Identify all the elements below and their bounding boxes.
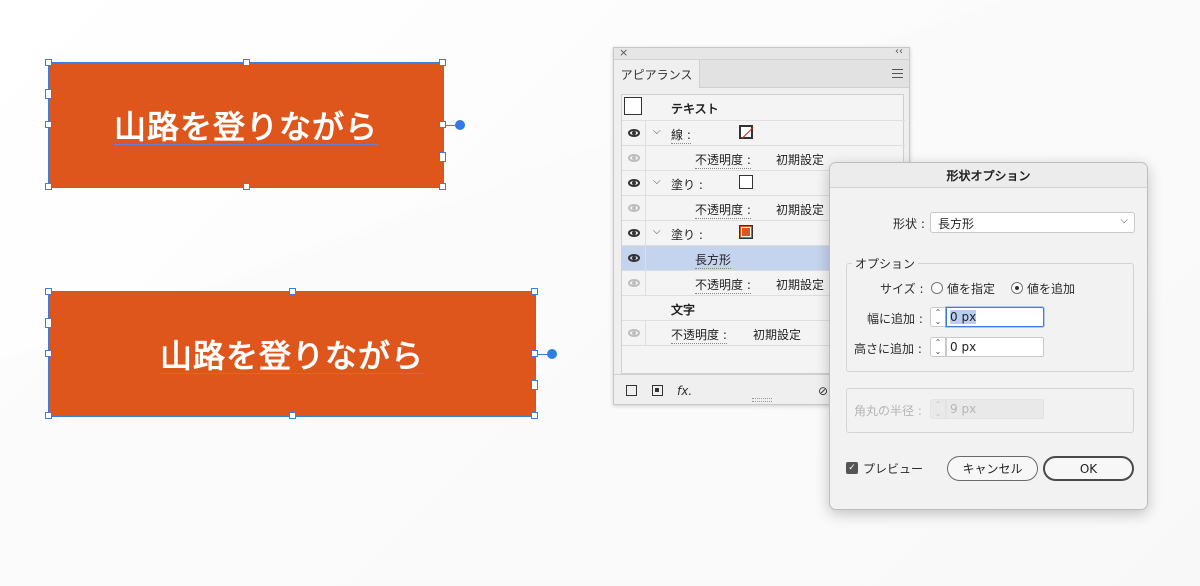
width-input[interactable]: 0 px — [946, 307, 1044, 327]
shape-button-2[interactable]: 山路を登りながら — [49, 292, 535, 416]
height-input[interactable]: 0 px — [946, 337, 1044, 357]
width-label: 幅に追加 : — [867, 312, 923, 326]
height-label: 高さに追加 : — [854, 342, 922, 356]
fill-swatch-orange[interactable] — [739, 225, 753, 239]
eye-icon[interactable] — [627, 279, 640, 287]
chevron-down-icon[interactable]: ⌵ — [653, 226, 661, 237]
text-port-dot-1[interactable] — [455, 120, 465, 130]
button-text-1[interactable]: 山路を登りながら — [114, 102, 378, 148]
add-fill-icon[interactable] — [652, 385, 663, 396]
opacity-value: 初期設定 — [776, 203, 825, 217]
opacity-label[interactable]: 不透明度 : — [695, 151, 751, 169]
eye-icon[interactable] — [627, 179, 640, 187]
collapse-icon[interactable]: ‹‹ — [895, 46, 903, 57]
handle-br-1[interactable] — [439, 183, 446, 190]
opacity-label[interactable]: 不透明度 : — [695, 276, 751, 294]
handle-bl-2[interactable] — [45, 412, 52, 419]
eye-icon[interactable] — [627, 154, 640, 162]
eye-icon[interactable] — [627, 204, 640, 212]
ok-button[interactable]: OK — [1043, 456, 1134, 481]
handle-tl-2[interactable] — [45, 288, 52, 295]
handle-br-2[interactable] — [531, 412, 538, 419]
opacity-value: 初期設定 — [776, 278, 825, 292]
handle-bc-1[interactable] — [243, 183, 250, 190]
characters-label: 文字 — [671, 303, 696, 317]
corner-label: 角丸の半径 : — [854, 404, 922, 418]
stroke-label[interactable]: 線 : — [671, 126, 691, 144]
corner-value: 9 px — [950, 402, 977, 416]
preview-checkbox[interactable]: ✓ — [846, 462, 858, 474]
handle-bl-1[interactable] — [45, 183, 52, 190]
fx-icon[interactable]: fx. — [677, 384, 692, 398]
chevron-down-icon[interactable]: ⌵ — [653, 176, 661, 187]
handle-tr-1[interactable] — [439, 59, 446, 66]
panel-title-bar[interactable]: × ‹‹ — [614, 46, 909, 60]
opacity-label[interactable]: 不透明度 : — [671, 326, 727, 344]
options-legend: オプション — [852, 255, 919, 272]
eye-icon[interactable] — [627, 129, 640, 137]
preview-label[interactable]: プレビュー — [863, 460, 923, 477]
handle-tc-2[interactable] — [289, 288, 296, 295]
handle-ml2-1[interactable] — [45, 121, 52, 128]
handle-ml2-2[interactable] — [45, 350, 52, 357]
resize-grip[interactable] — [752, 398, 772, 402]
handle-tc-1[interactable] — [243, 59, 250, 66]
handle-mr-1[interactable] — [439, 121, 446, 128]
row-stroke[interactable]: ⌵ 線 : — [622, 121, 905, 146]
tab-appearance[interactable]: アピアランス — [614, 60, 700, 88]
height-stepper[interactable]: ⌃ ⌄ — [930, 337, 946, 357]
clear-appearance-icon[interactable]: ⊘ — [818, 384, 828, 398]
handle-tr-2[interactable] — [531, 288, 538, 295]
panel-menu-icon[interactable] — [892, 69, 903, 78]
opacity-value: 初期設定 — [753, 328, 802, 342]
corner-input: 9 px — [946, 399, 1044, 419]
cancel-button[interactable]: キャンセル — [947, 456, 1038, 481]
width-stepper[interactable]: ⌃ ⌄ — [930, 307, 946, 327]
fill-label[interactable]: 塗り : — [671, 226, 703, 243]
fill-label[interactable]: 塗り : — [671, 176, 703, 193]
height-value: 0 px — [950, 340, 977, 354]
handle-tl-1[interactable] — [45, 59, 52, 66]
close-icon[interactable]: × — [619, 46, 628, 59]
row-text-header[interactable]: テキスト — [622, 95, 905, 121]
radio-add-label[interactable]: 値を追加 — [1027, 280, 1075, 297]
eye-icon[interactable] — [627, 229, 640, 237]
dialog-title: 形状オプション — [830, 163, 1147, 188]
width-value: 0 px — [950, 310, 977, 324]
radio-add[interactable] — [1011, 282, 1023, 294]
eye-icon[interactable] — [627, 254, 640, 262]
radio-specify[interactable] — [931, 282, 943, 294]
opacity-value: 初期設定 — [776, 153, 825, 167]
shape-options-dialog: 形状オプション 形状 : 長方形 ⌵ オプション サイズ : 値を指定 値を追加… — [829, 162, 1148, 510]
text-port-dot-2[interactable] — [547, 349, 557, 359]
handle-bc-2[interactable] — [289, 412, 296, 419]
add-stroke-icon[interactable] — [626, 385, 637, 396]
shape-select-value: 長方形 — [938, 217, 975, 231]
shape-select[interactable]: 長方形 ⌵ — [930, 212, 1135, 233]
effect-rectangle-label[interactable]: 長方形 — [695, 251, 732, 269]
button-text-2[interactable]: 山路を登りながら — [160, 331, 424, 377]
size-label: サイズ : — [880, 282, 924, 296]
stroke-swatch[interactable] — [739, 125, 753, 139]
handle-mr-2[interactable] — [531, 350, 538, 357]
shape-label: 形状 : — [893, 217, 925, 231]
fill-swatch-empty[interactable] — [739, 175, 753, 189]
corner-stepper: ⌃ ⌄ — [930, 399, 946, 419]
shape-button-1[interactable]: 山路を登りながら — [49, 63, 443, 187]
text-header-label: テキスト — [671, 102, 719, 116]
chevron-down-icon: ⌵ — [1120, 215, 1128, 226]
opacity-label[interactable]: 不透明度 : — [695, 201, 751, 219]
panel-tab-row: アピアランス — [614, 60, 909, 88]
chevron-down-icon[interactable]: ⌵ — [653, 126, 661, 137]
handle-ml-2[interactable] — [45, 318, 52, 328]
eye-icon[interactable] — [627, 329, 640, 337]
handle-ml-1[interactable] — [45, 89, 52, 99]
handle-mr2-1[interactable] — [439, 152, 446, 162]
text-thumbnail — [624, 97, 642, 115]
radio-specify-label[interactable]: 値を指定 — [947, 280, 995, 297]
handle-mr2-2[interactable] — [531, 380, 538, 390]
